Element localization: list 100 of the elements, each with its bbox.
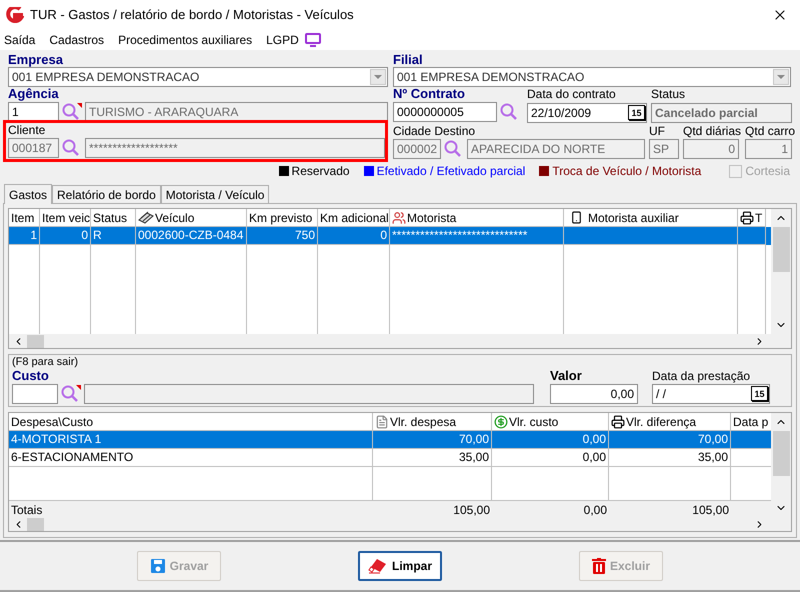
column-header[interactable]: Despesa\Custo <box>11 413 94 430</box>
text-field[interactable]: 000002 <box>393 139 441 159</box>
column-header[interactable]: Motorista auxiliar <box>588 209 679 226</box>
stack-icon <box>138 211 154 224</box>
table-cell: R <box>91 227 136 245</box>
totals-label: Totais <box>11 503 42 517</box>
table-cell: 1 <box>9 227 40 245</box>
table-cell: 35,00 <box>609 449 731 467</box>
column-header[interactable]: Status <box>93 209 128 226</box>
vertical-scrollbar[interactable] <box>771 209 791 334</box>
table-row[interactable]: 1 0 R 0002600-CZB-0484 750 0 ***************************** <box>9 227 771 245</box>
column-header[interactable]: T <box>755 209 762 226</box>
text-field[interactable]: ******************* <box>85 138 385 158</box>
dollar-icon <box>494 414 508 428</box>
text-field[interactable]: 1 <box>745 139 792 159</box>
scroll-thumb[interactable] <box>772 227 790 272</box>
legend-label: Reservado <box>292 163 350 180</box>
hint-text: (F8 para sair) <box>12 356 80 369</box>
table-cell: 0 <box>40 227 91 245</box>
column-header[interactable]: Vlr. despesa <box>390 413 456 430</box>
field-label: UF <box>649 124 666 138</box>
table-cell: 0,00 <box>492 449 609 467</box>
description-field[interactable] <box>84 384 534 404</box>
scroll-thumb[interactable] <box>772 431 790 476</box>
vertical-scrollbar[interactable] <box>771 413 791 517</box>
field-label: Agência <box>8 87 60 101</box>
dropdown-field[interactable]: 001 EMPRESA DEMONSTRACAO <box>8 67 388 87</box>
field-label: Custo <box>12 369 50 383</box>
column-header[interactable]: Data p <box>733 413 768 430</box>
dropdown-field[interactable]: 001 EMPRESA DEMONSTRACAO <box>393 67 791 87</box>
app-logo-icon <box>6 7 24 23</box>
printer-icon <box>611 414 625 428</box>
field-label: Qtd diárias <box>683 124 742 138</box>
printer-icon <box>740 210 754 224</box>
table-row[interactable]: 4-MOTORISTA 1 70,00 0,00 70,00 <box>9 431 771 449</box>
text-field[interactable]: SP <box>649 139 679 159</box>
field-label: Cliente <box>8 123 46 137</box>
field-label: Valor <box>550 369 583 383</box>
text-field[interactable]: TURISMO - ARARAQUARA <box>85 102 388 122</box>
column-header[interactable]: Veículo <box>155 209 194 226</box>
table-cell: 0 <box>318 227 390 245</box>
legend-label: Efetivado / Efetivado parcial <box>376 163 526 180</box>
table-cell: ***************************** <box>390 227 564 245</box>
field-label: Empresa <box>8 53 64 67</box>
text-field[interactable]: 1 <box>8 102 59 122</box>
text-field[interactable]: 0000000005 <box>393 102 497 122</box>
field-label: Qtd carro <box>745 124 796 138</box>
table-cell: 6-ESTACIONAMENTO <box>9 449 373 467</box>
phone-icon <box>570 211 583 224</box>
field-label: Nº Contrato <box>393 87 466 101</box>
column-header[interactable]: Km adicional <box>320 209 389 226</box>
caret-icon <box>777 75 785 79</box>
text-field[interactable] <box>12 384 58 404</box>
scroll-thumb[interactable] <box>27 334 44 348</box>
tab[interactable]: Gastos <box>4 184 52 204</box>
people-icon <box>392 210 406 224</box>
text-field[interactable]: 0,00 <box>550 384 638 404</box>
menu-item[interactable]: Procedimentos auxiliares <box>118 31 252 49</box>
dropdown-button[interactable] <box>773 69 789 85</box>
monitor-icon[interactable] <box>304 33 321 47</box>
action-button[interactable]: Limpar <box>358 551 442 581</box>
table-cell: 750 <box>247 227 318 245</box>
field-label: Data da prestação <box>652 369 752 383</box>
search-icon[interactable] <box>60 384 82 404</box>
text-field[interactable]: 0 <box>683 139 739 159</box>
column-header[interactable]: Item veic <box>42 209 90 226</box>
search-icon[interactable] <box>61 102 83 122</box>
menu-item[interactable]: Cadastros <box>49 31 104 49</box>
table-row[interactable]: 6-ESTACIONAMENTO 35,00 0,00 35,00 <box>9 449 771 467</box>
text-field[interactable]: APARECIDA DO NORTE <box>467 139 645 159</box>
column-header[interactable]: Vlr. custo <box>509 413 558 430</box>
column-header[interactable]: Item <box>11 209 34 226</box>
legend-label: Troca de Veículo / Motorista <box>552 163 702 180</box>
horizontal-scrollbar[interactable] <box>9 517 791 531</box>
column-header[interactable]: Km previsto <box>249 209 312 226</box>
tab[interactable]: Relatório de bordo <box>52 185 161 203</box>
column-header[interactable]: Motorista <box>407 209 456 226</box>
field-label: Status <box>651 87 686 101</box>
total-value: 105,00 <box>692 503 729 517</box>
caret-icon <box>374 75 382 79</box>
total-value: 0,00 <box>584 503 607 517</box>
text-field[interactable]: 000187 <box>8 138 59 158</box>
trash-icon <box>592 558 606 574</box>
tab[interactable]: Motorista / Veículo <box>160 185 270 203</box>
menu-item[interactable]: LGPD <box>266 31 299 49</box>
calendar-button[interactable]: 15 <box>751 386 768 401</box>
text-field[interactable]: Cancelado parcial <box>651 103 792 123</box>
field-label: Filial <box>393 53 424 67</box>
eraser-icon <box>368 558 388 574</box>
calendar-button[interactable]: 15 <box>628 105 645 120</box>
column-header[interactable]: Vlr. diferença <box>626 413 696 430</box>
checkbox-label: Cortesia <box>745 163 790 180</box>
scroll-thumb[interactable] <box>27 518 44 530</box>
table-cell: 35,00 <box>373 449 492 467</box>
dropdown-button[interactable] <box>370 69 386 85</box>
window-title: TUR - Gastos / relatório de bordo / Motoristas - Veículos <box>30 6 355 24</box>
menu-item[interactable]: Saída <box>4 31 36 49</box>
horizontal-scrollbar[interactable] <box>9 334 791 348</box>
field-label: Cidade Destino <box>393 124 476 138</box>
field-label: Data do contrato <box>527 87 617 101</box>
